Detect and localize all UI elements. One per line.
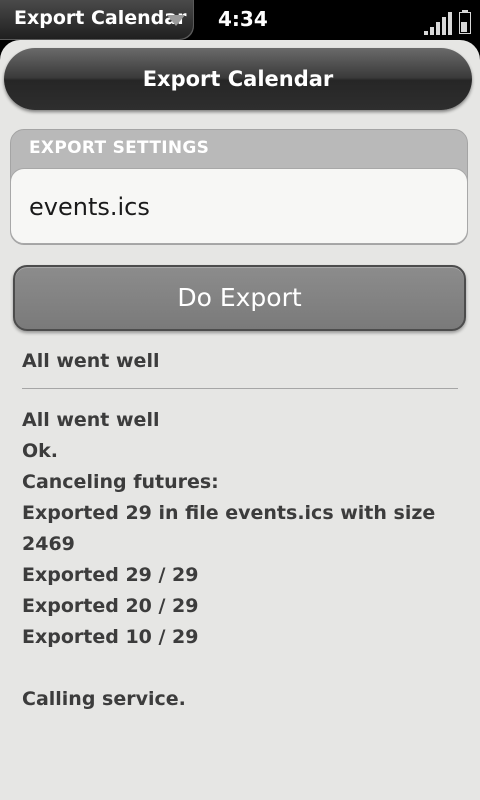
app-menu-title: Export Calendar xyxy=(14,7,187,29)
filename-field[interactable]: events.ics xyxy=(10,168,468,244)
log-line: Exported 20 / 29 xyxy=(22,595,199,617)
signal-bar xyxy=(448,12,452,35)
log-line: Calling service. xyxy=(22,688,186,710)
clock: 4:34 xyxy=(218,7,268,31)
log-line: Canceling futures: xyxy=(22,471,219,493)
battery-fill xyxy=(461,22,467,32)
do-export-button[interactable]: Do Export xyxy=(13,265,466,331)
chevron-down-icon xyxy=(167,15,185,26)
signal-bar xyxy=(424,31,428,35)
log-line: Ok. xyxy=(22,440,59,462)
main-content: Export Calendar EXPORT SETTINGS events.i… xyxy=(0,40,480,800)
export-settings-label: EXPORT SETTINGS xyxy=(29,138,210,158)
log-line: Exported 29 / 29 xyxy=(22,564,199,586)
page-header: Export Calendar xyxy=(4,48,472,110)
log-line: 2469 xyxy=(22,533,75,555)
log-line: All went well xyxy=(22,409,160,431)
log-line: Exported 10 / 29 xyxy=(22,626,199,648)
export-settings-group: EXPORT SETTINGS events.ics xyxy=(10,129,468,245)
divider xyxy=(22,388,458,389)
filename-value: events.ics xyxy=(29,193,150,221)
signal-strength-icon xyxy=(424,11,452,35)
page-title: Export Calendar xyxy=(142,67,334,91)
status-bar: Export Calendar 4:34 xyxy=(0,0,480,40)
log-line: Exported 29 in file events.ics with size xyxy=(22,502,436,524)
signal-bar xyxy=(442,17,446,35)
signal-bar xyxy=(430,27,434,35)
status-message: All went well xyxy=(22,350,160,372)
do-export-label: Do Export xyxy=(177,283,302,312)
app-menu[interactable]: Export Calendar xyxy=(0,0,194,40)
battery-icon xyxy=(459,10,471,34)
export-log: All went well Ok. Canceling futures: Exp… xyxy=(22,405,462,715)
signal-bar xyxy=(436,22,440,35)
